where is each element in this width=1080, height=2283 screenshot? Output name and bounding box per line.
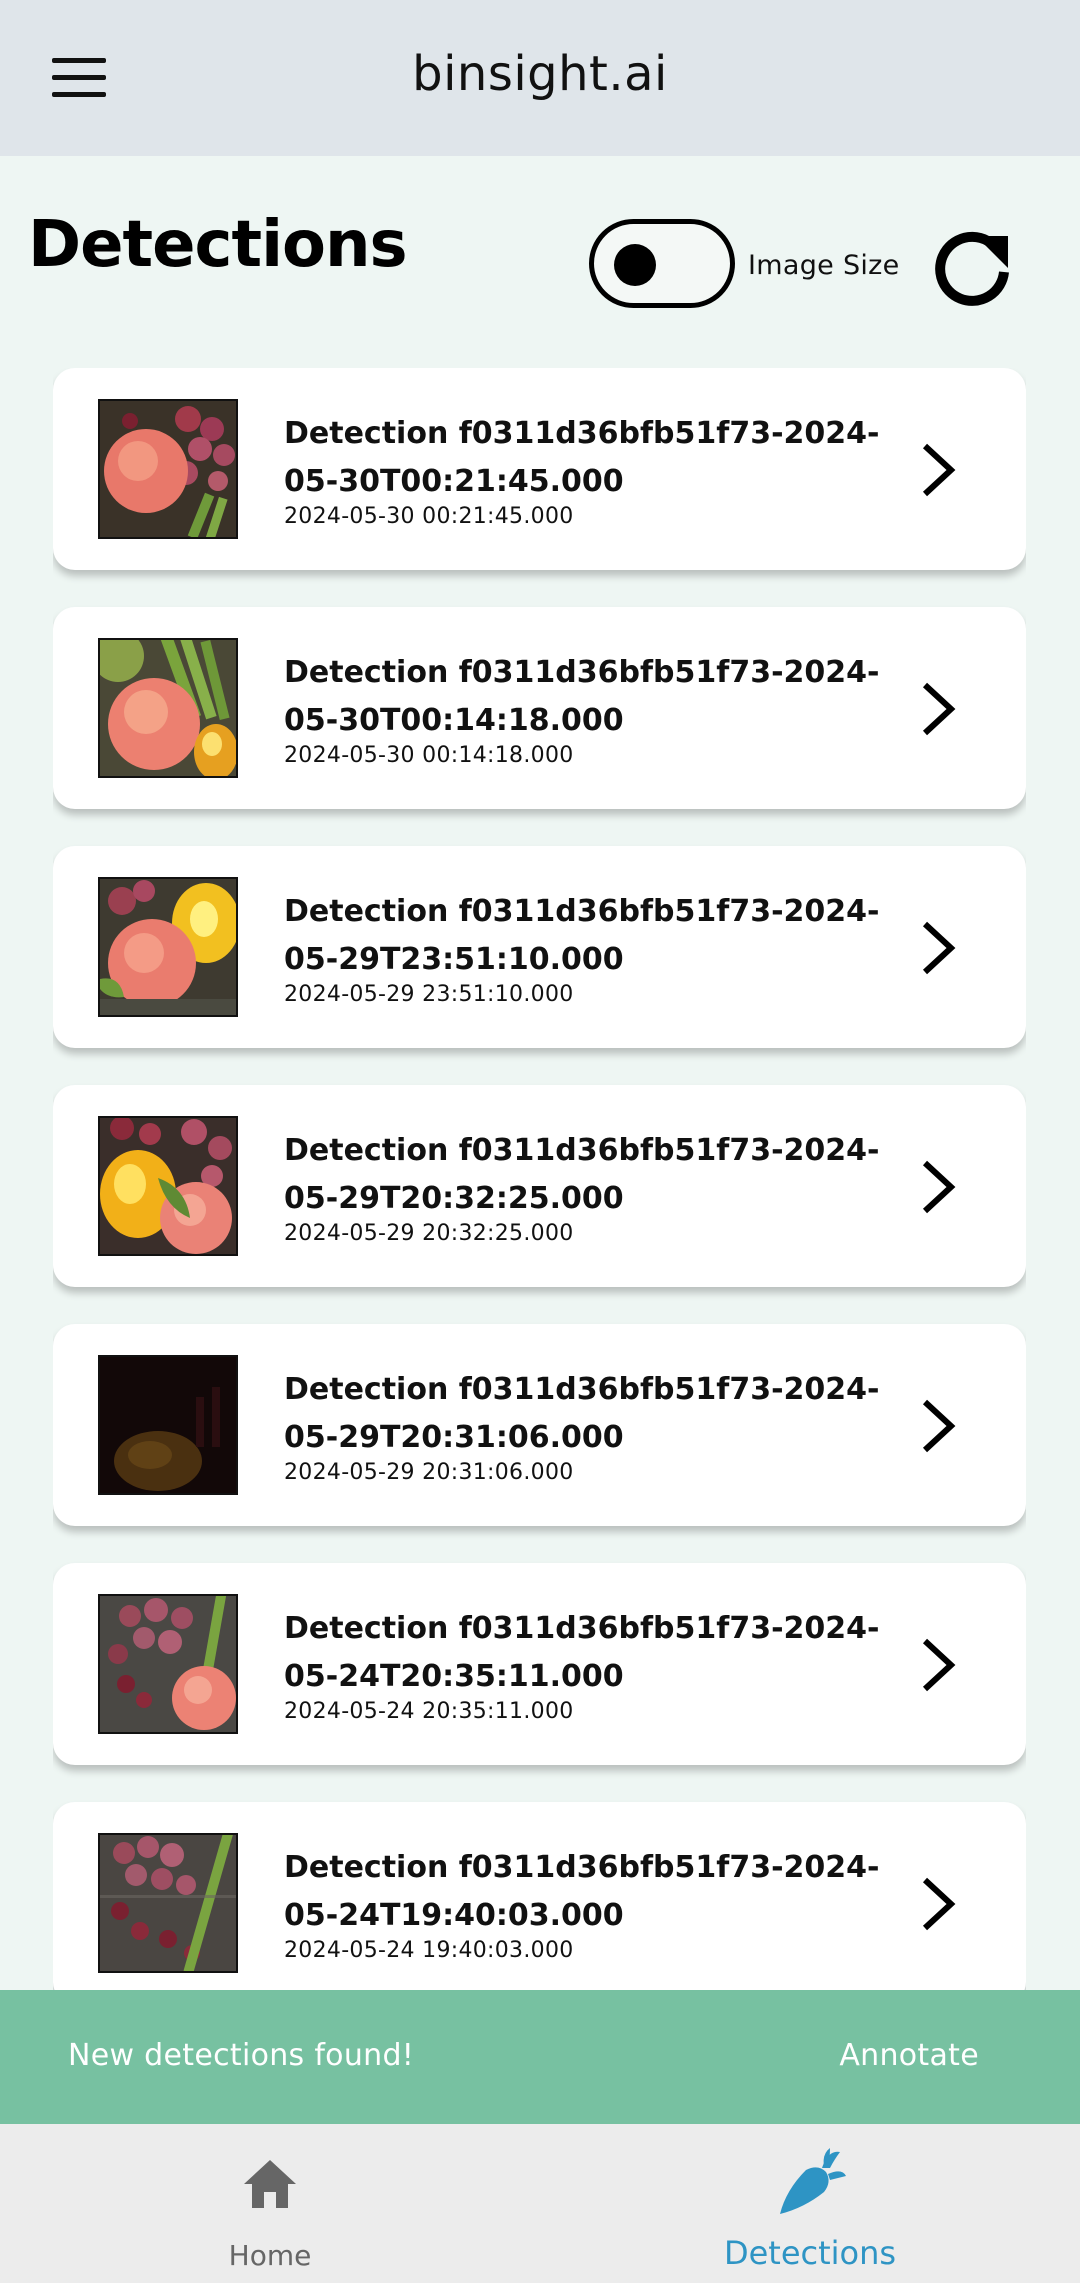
nav-item-home[interactable]: Home [0,2124,540,2283]
detection-card[interactable]: Detection f0311d36bfb51f73-2024- 05-30T0… [53,368,1026,570]
detection-timestamp: 2024-05-30 00:14:18.000 [284,743,574,768]
detection-thumbnail [98,638,238,778]
detection-title: Detection f0311d36bfb51f73-2024- 05-29T2… [284,1372,880,1455]
chevron-right-icon[interactable] [905,1635,965,1695]
nav-label-home: Home [228,2239,312,2272]
detection-card[interactable]: Detection f0311d36bfb51f73-2024- 05-29T2… [53,1085,1026,1287]
detection-timestamp: 2024-05-29 20:32:25.000 [284,1221,574,1246]
detection-title: Detection f0311d36bfb51f73-2024- 05-30T0… [284,655,880,738]
home-icon [244,2160,296,2208]
detection-title: Detection f0311d36bfb51f73-2024- 05-29T2… [284,894,880,977]
chevron-right-icon[interactable] [905,679,965,739]
detection-thumbnail [98,1594,238,1734]
detection-card[interactable]: Detection f0311d36bfb51f73-2024- 05-30T0… [53,607,1026,809]
app-title: binsight.ai [412,46,668,102]
chevron-right-icon[interactable] [905,1874,965,1934]
image-size-toggle[interactable] [589,219,735,308]
detection-timestamp: 2024-05-24 20:35:11.000 [284,1699,574,1724]
detection-thumbnail [98,399,238,539]
detection-list[interactable]: Detection f0311d36bfb51f73-2024- 05-30T0… [53,368,1026,1990]
detection-title: Detection f0311d36bfb51f73-2024- 05-24T2… [284,1611,880,1694]
toggle-knob [614,244,656,286]
detection-timestamp: 2024-05-24 19:40:03.000 [284,1938,574,1963]
detection-title: Detection f0311d36bfb51f73-2024- 05-24T1… [284,1850,880,1933]
bottom-navigation: Home Detections [0,2124,1080,2283]
detection-card[interactable]: Detection f0311d36bfb51f73-2024- 05-29T2… [53,1324,1026,1526]
chevron-right-icon[interactable] [905,440,965,500]
chevron-right-icon[interactable] [905,1157,965,1217]
detection-thumbnail [98,1833,238,1973]
detection-thumbnail [98,877,238,1017]
detection-thumbnail [98,1116,238,1256]
detection-timestamp: 2024-05-30 00:21:45.000 [284,504,574,529]
page-title: Detections [28,208,408,282]
snackbar-message: New detections found! [68,2038,415,2073]
detection-timestamp: 2024-05-29 20:31:06.000 [284,1460,574,1485]
detection-card[interactable]: Detection f0311d36bfb51f73-2024- 05-24T1… [53,1802,1026,1990]
snackbar: New detections found! Annotate [0,1990,1080,2124]
detection-card[interactable]: Detection f0311d36bfb51f73-2024- 05-29T2… [53,846,1026,1048]
annotate-button[interactable]: Annotate [839,2038,979,2073]
detection-timestamp: 2024-05-29 23:51:10.000 [284,982,574,1007]
detection-card[interactable]: Detection f0311d36bfb51f73-2024- 05-24T2… [53,1563,1026,1765]
app-bar: binsight.ai [0,0,1080,156]
carrot-icon [780,2148,846,2214]
chevron-right-icon[interactable] [905,1396,965,1456]
chevron-right-icon[interactable] [905,918,965,978]
nav-item-detections[interactable]: Detections [540,2124,1080,2283]
detection-thumbnail [98,1355,238,1495]
image-size-label: Image Size [748,250,900,281]
detection-title: Detection f0311d36bfb51f73-2024- 05-30T0… [284,416,880,499]
nav-label-detections: Detections [723,2234,897,2272]
refresh-icon[interactable] [928,222,1016,310]
detection-title: Detection f0311d36bfb51f73-2024- 05-29T2… [284,1133,880,1216]
